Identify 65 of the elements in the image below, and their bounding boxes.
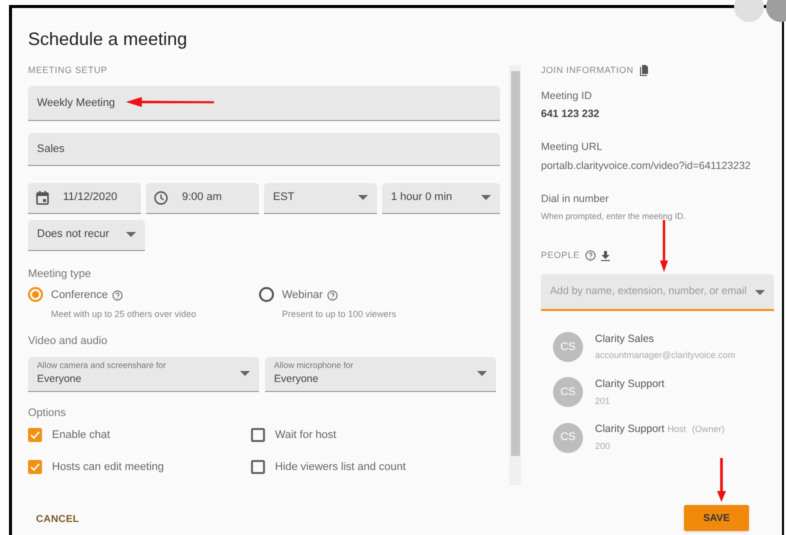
recurrence-select[interactable]: Does not recur — [28, 220, 145, 250]
info-label: Dial in number — [541, 192, 610, 206]
group-label: Video and audio — [28, 334, 108, 349]
date-field[interactable]: 11/12/2020 — [28, 182, 141, 214]
owner-label: (Owner) — [692, 423, 724, 436]
permission-select[interactable]: Allow camera and screenshare for Everyone — [28, 356, 259, 392]
help-icon — [326, 290, 338, 301]
info-label: Meeting ID — [541, 88, 593, 104]
radio-description: Meet with up to 25 others over video — [51, 308, 196, 321]
person-detail: accountmanager@clarityvoice.com — [595, 349, 736, 362]
person-name: Clarity Sales — [595, 332, 654, 346]
cancel-button[interactable]: CANCEL — [36, 509, 96, 529]
permission-select[interactable]: Allow microphone for Everyone — [265, 356, 496, 392]
annotation-arrow — [717, 458, 726, 502]
people-search-field[interactable]: Add by name, extension, number, or email — [541, 274, 774, 310]
checkbox[interactable] — [251, 460, 265, 474]
person-name: Clarity Support — [595, 376, 664, 392]
avatar: CS — [553, 377, 583, 408]
save-button[interactable]: SAVE — [684, 505, 749, 531]
checkbox-label: Wait for host — [275, 428, 336, 443]
radio-button[interactable] — [28, 287, 43, 302]
info-value: portalb.clarityvoice.com/video?id=641123232 — [541, 158, 752, 174]
checkbox-label: Enable chat — [52, 428, 110, 443]
checkbox-label: Hosts can edit meeting — [52, 460, 164, 474]
section-heading: JOIN INFORMATION — [541, 64, 634, 77]
role-label: Host — [667, 423, 686, 436]
info-value: When prompted, enter the meeting ID. — [541, 210, 687, 223]
dialog-title: Schedule a meeting — [28, 28, 188, 50]
radio-label: Webinar — [282, 288, 323, 303]
group-label: Options — [28, 406, 67, 420]
clock-icon — [154, 190, 168, 204]
checkbox[interactable] — [28, 428, 42, 442]
avatar: CS — [553, 332, 583, 362]
help-icon — [112, 290, 123, 301]
info-value: 641 123 232 — [541, 107, 600, 122]
help-icon — [584, 250, 596, 262]
annotation-arrow — [660, 220, 668, 272]
radio-description: Present to up to 100 viewers — [282, 308, 396, 321]
checkbox-label: Hide viewers list and count — [275, 460, 406, 474]
checkbox[interactable] — [28, 460, 42, 474]
caret-icon — [481, 195, 491, 200]
calendar-icon — [36, 190, 49, 204]
radio-button[interactable] — [259, 287, 274, 302]
avatar: CS — [553, 422, 583, 453]
caret-icon — [477, 371, 487, 376]
timezone-select[interactable]: EST — [264, 182, 377, 214]
duration-select[interactable]: 1 hour 0 min — [382, 182, 500, 214]
section-heading: MEETING SETUP — [28, 64, 108, 77]
radio-label: Conference — [51, 288, 108, 303]
caret-icon — [358, 195, 368, 200]
person-detail: 200 — [595, 440, 612, 453]
group-label: Meeting type — [28, 266, 92, 282]
caret-icon — [126, 232, 136, 237]
caret-icon — [240, 371, 250, 376]
caret-icon — [755, 290, 765, 294]
copy-icon[interactable] — [638, 65, 649, 76]
checkbox[interactable] — [251, 428, 265, 442]
person-name: Clarity Support — [595, 422, 664, 437]
description-field[interactable]: Sales — [28, 132, 500, 166]
time-field[interactable]: 9:00 am — [146, 182, 259, 214]
person-detail: 201 — [595, 394, 612, 408]
info-label: Meeting URL — [541, 140, 604, 155]
download-icon[interactable] — [600, 250, 610, 261]
title-field[interactable]: Weekly Meeting — [28, 86, 500, 120]
section-heading: PEOPLE — [541, 249, 580, 262]
